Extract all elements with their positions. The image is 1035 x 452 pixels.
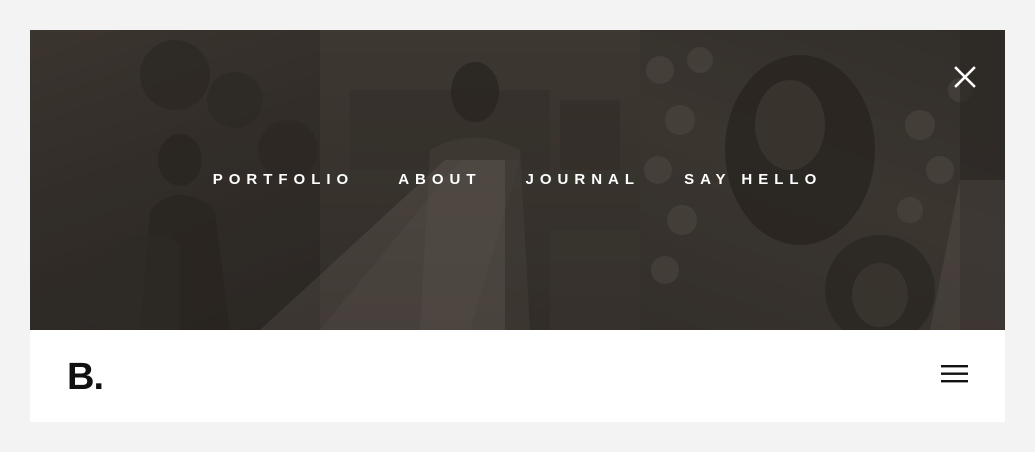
main-navigation: PORTFOLIO ABOUT JOURNAL SAY HELLO <box>30 171 1005 188</box>
menu-toggle-button[interactable] <box>941 363 969 385</box>
close-icon <box>954 66 976 88</box>
site-logo[interactable]: B. <box>67 358 104 396</box>
nav-item-about[interactable]: ABOUT <box>398 171 481 188</box>
page-frame: PORTFOLIO ABOUT JOURNAL SAY HELLO B. <box>30 30 1005 422</box>
close-menu-button[interactable] <box>950 62 980 92</box>
nav-item-journal[interactable]: JOURNAL <box>526 171 641 188</box>
hero-menu-overlay: PORTFOLIO ABOUT JOURNAL SAY HELLO <box>30 30 1005 330</box>
site-header: B. <box>30 330 1005 422</box>
nav-item-portfolio[interactable]: PORTFOLIO <box>213 171 355 188</box>
hamburger-menu-icon <box>941 365 968 383</box>
nav-item-say-hello[interactable]: SAY HELLO <box>684 171 822 188</box>
